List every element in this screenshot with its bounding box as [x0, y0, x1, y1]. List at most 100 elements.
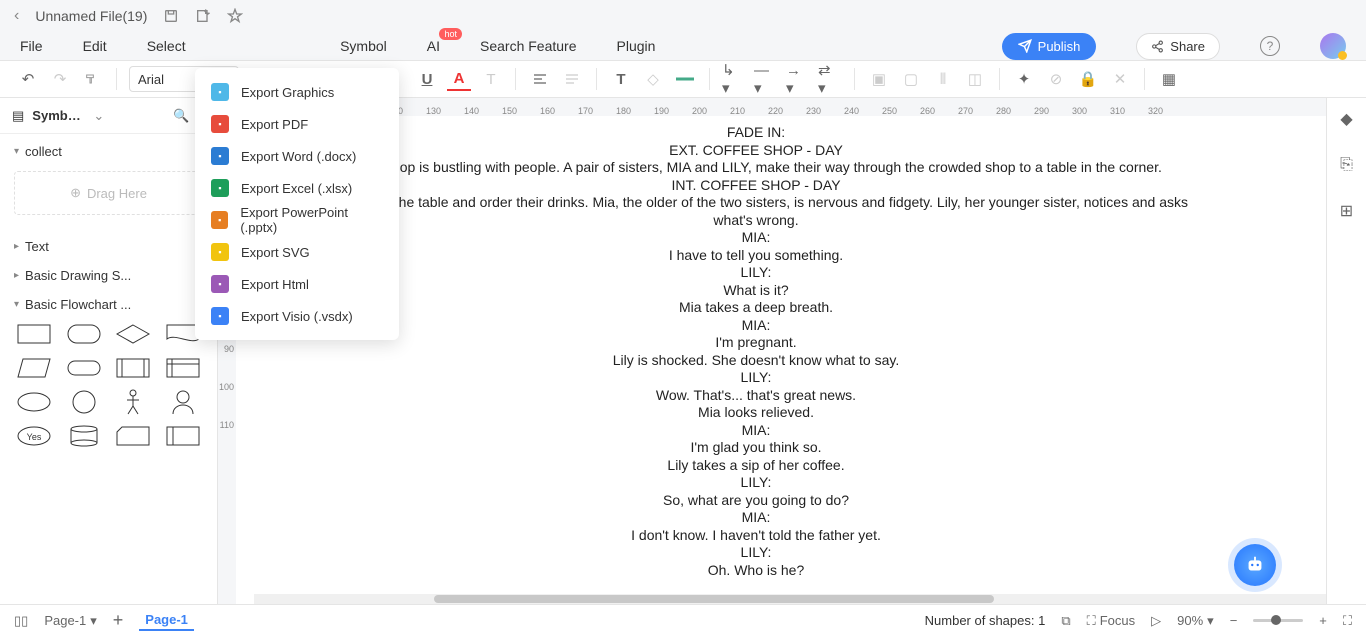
menu-symbol[interactable]: Symbol [340, 38, 387, 54]
fullscreen-icon[interactable]: ⛶ [1343, 613, 1352, 629]
hot-badge: hot [439, 28, 462, 40]
grid-icon[interactable]: ⊞ [1336, 200, 1358, 222]
section-basic-flowchart[interactable]: ▾Basic Flowchart ... [0, 287, 217, 316]
format-painter-icon[interactable] [80, 67, 104, 91]
shape-stored[interactable] [161, 424, 205, 448]
shape-cylinder[interactable] [62, 424, 106, 448]
play-icon[interactable]: ▷ [1151, 613, 1161, 629]
no-fill-icon[interactable]: ⊘ [1044, 67, 1068, 91]
tools-icon[interactable]: ✕ [1108, 67, 1132, 91]
undo-icon[interactable]: ↶ [16, 67, 40, 91]
export-item-4[interactable]: ▪Export PowerPoint (.pptx) [195, 204, 399, 236]
menu-ai[interactable]: AIhot [427, 38, 440, 54]
focus-button[interactable]: ⛶ Focus [1087, 613, 1136, 629]
shape-rect[interactable] [12, 322, 56, 346]
menu-plugin[interactable]: Plugin [617, 38, 656, 54]
menu-file[interactable]: File [20, 38, 43, 54]
layout-icon[interactable]: ▯▯ [14, 613, 28, 629]
search-icon[interactable]: 🔍 [173, 108, 189, 124]
export-item-3[interactable]: ▪Export Excel (.xlsx) [195, 172, 399, 204]
export-item-0[interactable]: ▪Export Graphics [195, 76, 399, 108]
line-ends-icon[interactable]: ⇄ ▾ [818, 67, 842, 91]
shape-rounded[interactable] [62, 322, 106, 346]
fill-icon[interactable]: ◇ [641, 67, 665, 91]
arrow-style-icon[interactable]: → ▾ [786, 67, 810, 91]
font-color-icon[interactable]: A [447, 67, 471, 91]
menu-search-feature[interactable]: Search Feature [480, 38, 577, 54]
group-icon[interactable]: ◫ [963, 67, 987, 91]
status-bar: ▯▯ Page-1 ▾ + Page-1 Number of shapes: 1… [0, 604, 1366, 636]
shape-user[interactable] [161, 390, 205, 414]
share-button[interactable]: Share [1136, 33, 1220, 60]
menu-edit[interactable]: Edit [83, 38, 107, 54]
export-item-5[interactable]: ▪Export SVG [195, 236, 399, 268]
page-select[interactable]: Page-1 ▾ [44, 613, 96, 629]
zoom-out-icon[interactable]: − [1230, 613, 1238, 628]
align-objects-icon[interactable]: ⫴ [931, 67, 955, 91]
redo-icon[interactable]: ↷ [48, 67, 72, 91]
shape-diamond[interactable] [112, 322, 156, 346]
menu-select[interactable]: Select [147, 38, 186, 54]
insert-icon[interactable]: ⎘ [1336, 154, 1358, 176]
layer-front-icon[interactable]: ▣ [867, 67, 891, 91]
effects-icon[interactable]: ✦ [1012, 67, 1036, 91]
title-bar: ‹ Unnamed File(19) [0, 0, 1366, 32]
canvas[interactable]: FADE IN:EXT. COFFEE SHOP - DAYoffee shop… [236, 116, 1326, 604]
align-vert-icon[interactable] [560, 67, 584, 91]
export-item-2[interactable]: ▪Export Word (.docx) [195, 140, 399, 172]
drag-here-zone[interactable]: ⊕Drag Here [14, 171, 203, 215]
layers-icon[interactable]: ⧉ [1061, 613, 1070, 629]
file-name: Unnamed File(19) [35, 8, 147, 24]
shape-yes[interactable]: Yes [12, 424, 56, 448]
line-color-icon[interactable] [673, 67, 697, 91]
shape-internal[interactable] [161, 356, 205, 380]
shapes-grid: Yes [0, 316, 217, 460]
shape-parallelogram[interactable] [12, 356, 56, 380]
save-icon[interactable] [163, 8, 179, 24]
export-item-6[interactable]: ▪Export Html [195, 268, 399, 300]
connector-icon[interactable]: ↳ ▾ [722, 67, 746, 91]
ai-assistant-button[interactable] [1234, 544, 1276, 586]
text-tool-icon[interactable]: T [609, 67, 633, 91]
zoom-in-icon[interactable]: + [1319, 613, 1327, 628]
right-rail: ◆ ⎘ ⊞ [1326, 98, 1366, 604]
section-basic-drawing[interactable]: ▸Basic Drawing S... [0, 258, 217, 287]
export-dropdown: ▪Export Graphics▪Export PDF▪Export Word … [195, 68, 399, 340]
avatar[interactable] [1320, 33, 1346, 59]
help-icon[interactable]: ? [1260, 36, 1280, 56]
fill-tool-icon[interactable]: ◆ [1336, 108, 1358, 130]
shape-circle[interactable] [62, 390, 106, 414]
library-icon[interactable]: ▤ [12, 108, 24, 124]
line-style-icon[interactable]: — ▾ [754, 67, 778, 91]
shape-ellipse[interactable] [12, 390, 56, 414]
shape-card[interactable] [112, 424, 156, 448]
section-text[interactable]: ▸Text [0, 229, 217, 258]
page-tab-1[interactable]: Page-1 [139, 610, 194, 631]
zoom-level[interactable]: 90% ▾ [1177, 613, 1214, 629]
document-text[interactable]: FADE IN:EXT. COFFEE SHOP - DAYoffee shop… [316, 116, 1196, 587]
underline-icon[interactable]: U [415, 67, 439, 91]
panel-title: Symbo... [32, 108, 85, 123]
shape-count: Number of shapes: 1 [925, 613, 1046, 628]
export-item-1[interactable]: ▪Export PDF [195, 108, 399, 140]
lock-icon[interactable]: 🔒 [1076, 67, 1100, 91]
publish-button[interactable]: Publish [1002, 33, 1097, 60]
align-left-icon[interactable] [528, 67, 552, 91]
presentation-icon[interactable]: ▦ [1157, 67, 1181, 91]
shape-predefined[interactable] [112, 356, 156, 380]
add-page-icon[interactable]: + [113, 610, 124, 631]
collapse-icon[interactable]: ⌄ [93, 108, 104, 124]
text-size-icon[interactable]: T [479, 67, 503, 91]
export-icon[interactable] [195, 8, 211, 24]
export-item-7[interactable]: ▪Export Visio (.vsdx) [195, 300, 399, 332]
scrollbar-horizontal[interactable] [254, 594, 1326, 604]
section-collect[interactable]: ▾collect [0, 134, 217, 163]
left-panel: ▤ Symbo... ⌄ 🔍 ≡ ▾collect ⊕Drag Here ▸Te… [0, 98, 218, 604]
menu-bar: File Edit Select ViewHidden Symbol AIhot… [0, 32, 1366, 60]
shape-person[interactable] [112, 390, 156, 414]
star-icon[interactable] [227, 8, 243, 24]
zoom-slider[interactable] [1253, 619, 1303, 622]
back-icon[interactable]: ‹ [14, 7, 19, 25]
shape-pill[interactable] [62, 356, 106, 380]
layer-back-icon[interactable]: ▢ [899, 67, 923, 91]
